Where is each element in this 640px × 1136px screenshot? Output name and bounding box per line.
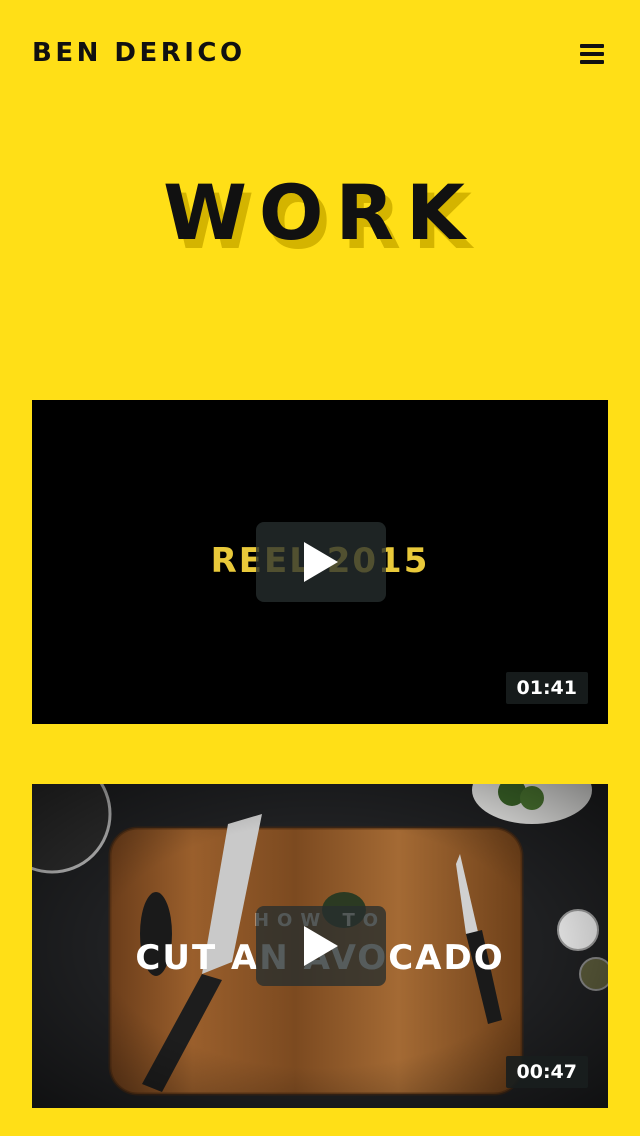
play-button[interactable] [256, 906, 386, 986]
video-card-avocado[interactable]: HOW TO CUT AN AVOCADO 00:47 [32, 784, 608, 1108]
play-button[interactable] [256, 522, 386, 602]
hamburger-menu-button[interactable] [576, 40, 608, 68]
video-card-reel[interactable]: REEL 2015 01:41 [32, 400, 608, 724]
play-icon [304, 542, 338, 582]
page-title: WORK [163, 168, 477, 257]
video-duration-badge: 00:47 [505, 1056, 588, 1088]
site-header: BEN DERICO [0, 0, 640, 110]
site-brand-logo[interactable]: BEN DERICO [32, 36, 246, 70]
video-duration-badge: 01:41 [505, 672, 588, 704]
play-icon [304, 926, 338, 966]
